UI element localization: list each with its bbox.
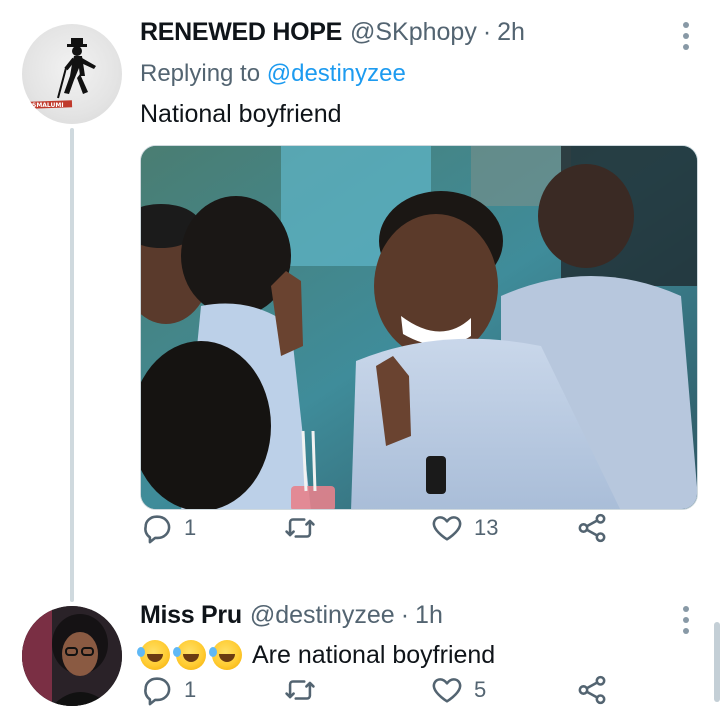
- reply-count: 1: [184, 515, 197, 540]
- display-name[interactable]: RENEWED HOPE: [140, 18, 342, 47]
- retweet-button[interactable]: [283, 673, 327, 707]
- more-options-icon[interactable]: [682, 22, 690, 50]
- avatar-logo-text: SMALUMI: [32, 102, 64, 109]
- reply-button[interactable]: 1: [140, 673, 196, 707]
- separator-dot: ·: [482, 18, 492, 46]
- tweet-text-content: Are national boyfriend: [252, 640, 496, 669]
- mention-link[interactable]: @destinyzee: [267, 60, 406, 87]
- like-button[interactable]: 5: [430, 673, 486, 707]
- tweet-renewed-hope[interactable]: SMALUMI RENEWED HOPE @SKphopy · 2h Reply…: [0, 0, 720, 602]
- avatar-renewed-hope[interactable]: SMALUMI: [22, 24, 122, 124]
- reply-count: 1: [184, 677, 197, 702]
- reply-icon: [144, 677, 171, 706]
- tweet-text: Are national boyfriend: [137, 640, 496, 670]
- replying-prefix: Replying to: [140, 60, 267, 87]
- display-name[interactable]: Miss Pru: [140, 601, 242, 630]
- tweet-header: RENEWED HOPE @SKphopy · 2h: [140, 18, 525, 47]
- like-count: 13: [474, 515, 499, 540]
- tweet-timestamp[interactable]: 2h: [497, 18, 525, 47]
- tweet-header: Miss Pru @destinyzee · 1h: [140, 601, 443, 630]
- user-handle[interactable]: @SKphopy: [350, 18, 477, 47]
- heart-icon: [432, 516, 462, 541]
- avatar-silhouette-image: SMALUMI: [29, 38, 96, 109]
- reply-icon: [144, 515, 171, 544]
- laughing-emoji-icon: [209, 640, 242, 670]
- laughing-emoji-icon: [173, 640, 206, 670]
- reply-button[interactable]: 1: [140, 511, 196, 545]
- tweet-timestamp[interactable]: 1h: [415, 601, 443, 630]
- user-handle[interactable]: @destinyzee: [250, 601, 395, 630]
- avatar-photo-image: [22, 606, 122, 706]
- retweet-icon: [285, 518, 315, 538]
- share-icon: [578, 675, 606, 705]
- share-icon: [578, 513, 606, 543]
- separator-dot: ·: [400, 601, 410, 629]
- retweet-icon: [285, 680, 315, 700]
- tweet-text: National boyfriend: [140, 100, 342, 128]
- avatar-miss-pru[interactable]: [22, 606, 122, 706]
- heart-icon: [432, 678, 462, 703]
- share-button[interactable]: [575, 511, 609, 545]
- replying-to: Replying to @destinyzee: [140, 60, 406, 88]
- tweet-photo[interactable]: [140, 145, 698, 510]
- thread-connector-line: [70, 128, 74, 602]
- more-options-icon[interactable]: [682, 606, 690, 634]
- like-count: 5: [474, 677, 487, 702]
- scrollbar[interactable]: [714, 622, 720, 702]
- like-button[interactable]: 13: [430, 511, 498, 545]
- photo-image: [141, 146, 697, 509]
- laughing-emoji-icon: [137, 640, 170, 670]
- retweet-button[interactable]: [283, 511, 327, 545]
- share-button[interactable]: [575, 673, 609, 707]
